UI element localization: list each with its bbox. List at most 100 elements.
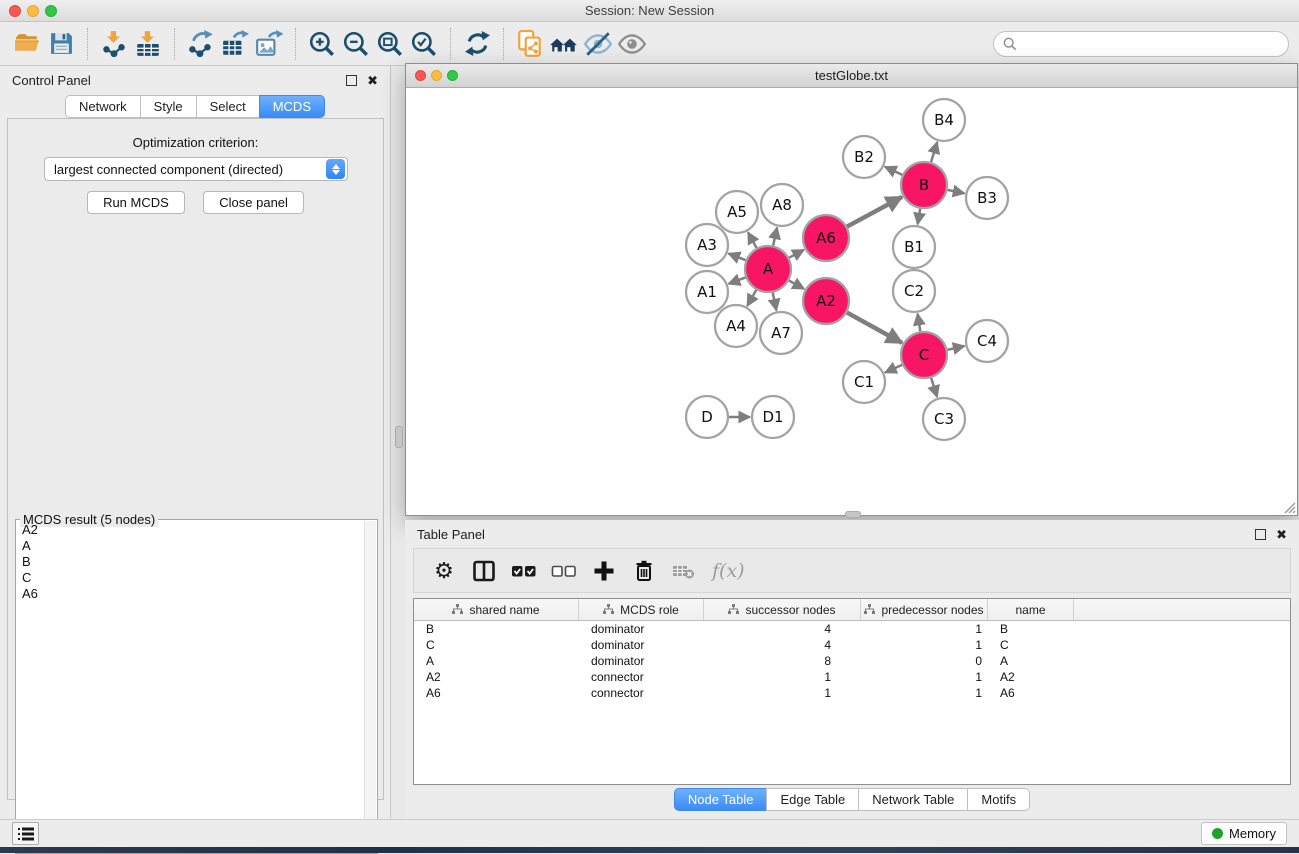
table-cell: dominator [579, 622, 704, 636]
memory-button-label: Memory [1229, 826, 1276, 841]
deselect-all-icon[interactable] [546, 553, 582, 589]
graph-edge-A-A3[interactable] [728, 253, 745, 260]
mcds-result-list[interactable]: A2ABCA6 [17, 522, 364, 852]
criterion-dropdown[interactable]: largest connected component (directed) [44, 157, 348, 181]
new-network-from-selection-icon[interactable] [513, 27, 547, 61]
export-image-icon[interactable] [252, 27, 286, 61]
export-network-icon[interactable] [184, 27, 218, 61]
mcds-result-item[interactable]: C [17, 570, 364, 586]
delete-table-icon [666, 553, 702, 589]
close-window-button[interactable] [9, 5, 21, 17]
resize-grip-icon[interactable] [1282, 500, 1296, 514]
graph-edge-A2-C[interactable] [847, 313, 902, 343]
close-network-window-button[interactable] [415, 70, 426, 81]
mcds-result-item[interactable]: A2 [17, 522, 364, 538]
table-cell: 0 [861, 654, 988, 668]
table-cell: A6 [414, 686, 579, 700]
open-session-icon[interactable] [10, 27, 44, 61]
table-row[interactable]: Adominator80A [414, 653, 1290, 669]
zoom-out-icon[interactable] [339, 27, 373, 61]
close-table-panel-icon[interactable]: ✖ [1276, 529, 1287, 540]
mcds-result-item[interactable]: A6 [17, 586, 364, 602]
toolbar-separator [503, 28, 504, 60]
graph-edge-B-B3[interactable] [948, 190, 965, 194]
graph-edge-A-A8[interactable] [773, 227, 777, 245]
hide-selected-icon[interactable] [581, 27, 615, 61]
refresh-icon[interactable] [460, 27, 494, 61]
table-row[interactable]: Cdominator41C [414, 637, 1290, 653]
network-window-titlebar[interactable]: testGlobe.txt [406, 64, 1297, 88]
table-row[interactable]: A2connector11A2 [414, 669, 1290, 685]
network-graph-canvas[interactable]: B4B2BB3A8A5A6A3B1AA1C2A2A4A7C4CC1C3DD1 [406, 88, 1297, 515]
mcds-result-item[interactable]: B [17, 554, 364, 570]
export-table-icon[interactable] [218, 27, 252, 61]
graph-edge-A6-B[interactable] [847, 197, 902, 227]
column-header-shared-name[interactable]: shared name [414, 599, 579, 620]
desktop-vertical-scrollbar[interactable] [395, 426, 403, 448]
column-header-MCDS-role[interactable]: MCDS role [579, 599, 704, 620]
column-header-successor-nodes[interactable]: successor nodes [704, 599, 861, 620]
delete-column-icon[interactable] [626, 553, 662, 589]
graph-edge-C-C1[interactable] [885, 365, 902, 373]
column-header-predecessor-nodes[interactable]: predecessor nodes [861, 599, 988, 620]
table-row[interactable]: Bdominator41B [414, 621, 1290, 637]
search-text-field[interactable] [1022, 36, 1279, 51]
float-table-panel-icon[interactable] [1255, 529, 1266, 540]
float-panel-icon[interactable] [346, 75, 357, 86]
mcds-result-item[interactable]: A [17, 538, 364, 554]
node-table-header[interactable]: shared nameMCDS rolesuccessor nodesprede… [414, 599, 1290, 621]
graph-node-label: D1 [762, 408, 783, 426]
task-history-button[interactable] [12, 822, 39, 845]
run-mcds-button[interactable]: Run MCDS [87, 191, 185, 214]
tab-network-table[interactable]: Network Table [858, 788, 968, 811]
graph-edge-A-A2[interactable] [789, 281, 804, 289]
zoom-selected-icon[interactable] [407, 27, 441, 61]
graph-node-label: C [919, 346, 929, 364]
graph-edge-C-C2[interactable] [918, 314, 921, 332]
tab-style[interactable]: Style [140, 95, 197, 118]
graph-edge-A-A7[interactable] [773, 293, 777, 311]
minimize-network-window-button[interactable] [431, 70, 442, 81]
tab-motifs[interactable]: Motifs [967, 788, 1030, 811]
tab-edge-table[interactable]: Edge Table [766, 788, 859, 811]
desktop-horizontal-scrollbar[interactable] [845, 511, 861, 518]
table-row[interactable]: A6connector11A6 [414, 685, 1290, 701]
add-column-icon[interactable] [586, 553, 622, 589]
maximize-window-button[interactable] [45, 5, 57, 17]
home-icon[interactable] [547, 27, 581, 61]
graph-edge-B-B1[interactable] [918, 209, 921, 225]
close-panel-icon[interactable]: ✖ [367, 75, 378, 86]
column-header-name[interactable]: name [988, 599, 1074, 620]
zoom-fit-icon[interactable] [373, 27, 407, 61]
import-table-icon[interactable] [131, 27, 165, 61]
graph-edge-A-A5[interactable] [748, 232, 757, 248]
memory-button[interactable]: Memory [1201, 822, 1287, 845]
graph-edge-A-A4[interactable] [747, 290, 756, 306]
node-table[interactable]: shared nameMCDS rolesuccessor nodesprede… [413, 598, 1291, 785]
graph-edge-B-B2[interactable] [885, 167, 902, 175]
save-session-icon[interactable] [44, 27, 78, 61]
column-view-icon[interactable] [466, 553, 502, 589]
tab-node-table[interactable]: Node Table [674, 788, 768, 811]
graph-edge-A-A6[interactable] [789, 250, 804, 258]
tab-select[interactable]: Select [196, 95, 260, 118]
minimize-window-button[interactable] [27, 5, 39, 17]
import-network-icon[interactable] [97, 27, 131, 61]
search-input[interactable] [993, 31, 1289, 57]
settings-gear-icon[interactable]: ⚙ [426, 553, 462, 589]
graph-edge-B-B4[interactable] [931, 142, 937, 162]
tab-network[interactable]: Network [65, 95, 141, 118]
maximize-network-window-button[interactable] [447, 70, 458, 81]
close-panel-button[interactable]: Close panel [203, 191, 304, 214]
graph-edge-C-C3[interactable] [931, 378, 937, 397]
zoom-in-icon[interactable] [305, 27, 339, 61]
node-table-body[interactable]: Bdominator41BCdominator41CAdominator80AA… [414, 621, 1290, 701]
mcds-list-scrollbar[interactable] [364, 521, 376, 852]
function-builder-icon: f(x) [712, 560, 745, 582]
tab-mcds[interactable]: MCDS [259, 95, 325, 118]
select-all-icon[interactable] [506, 553, 542, 589]
show-all-icon[interactable] [615, 27, 649, 61]
table-cell: C [414, 638, 579, 652]
graph-edge-C-C4[interactable] [947, 346, 964, 350]
graph-edge-A-A1[interactable] [729, 277, 746, 283]
